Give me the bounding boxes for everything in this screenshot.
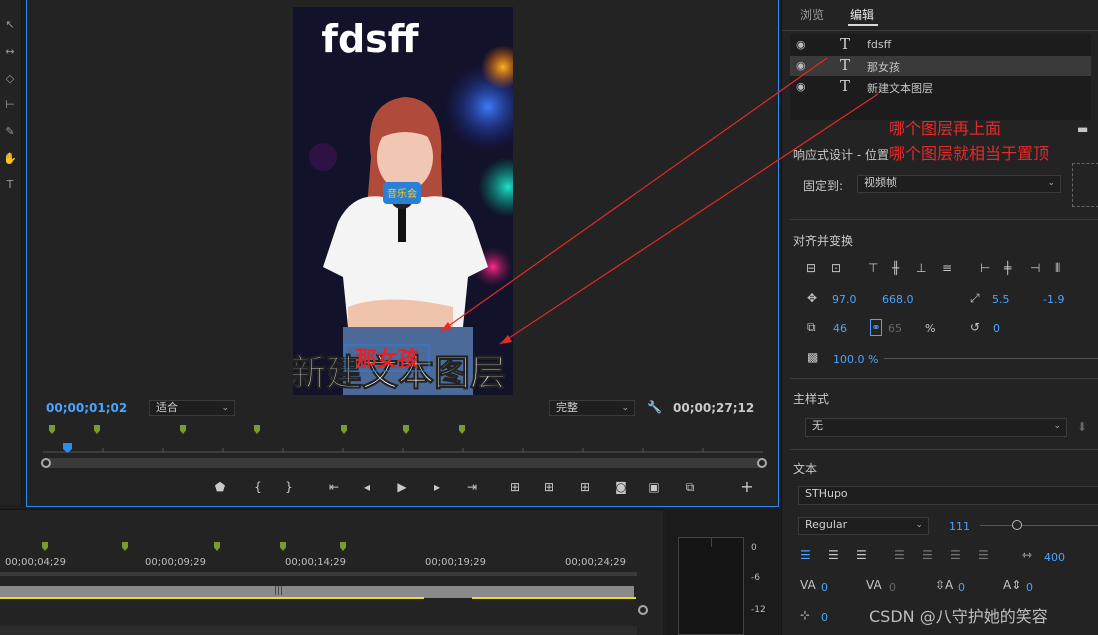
annotation-arrows <box>439 57 879 345</box>
annotation-line-2: 哪个图层就相当于置顶 <box>889 144 1050 163</box>
watermark: CSDN @八守护她的笑容 <box>869 607 1048 626</box>
annotation-line-1: 哪个图层再上面 <box>889 119 1002 138</box>
